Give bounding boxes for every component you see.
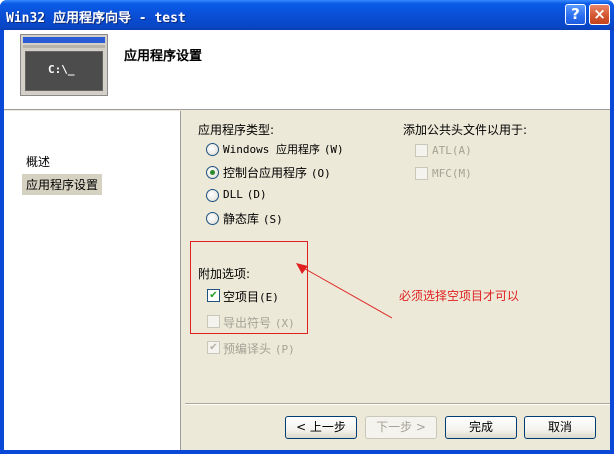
checkbox-precompiled-header-mnemonic: (P) — [274, 343, 295, 356]
back-button[interactable]: < 上一步 — [285, 416, 357, 439]
checkbox-atl-mnemonic: (A) — [451, 144, 472, 157]
thumbnail-titlebar — [23, 37, 105, 43]
common-headers-label: 添加公共头文件以用于: — [403, 123, 528, 137]
radio-windows-app-label[interactable]: Windows 应用程序 (W) — [223, 141, 344, 157]
checkbox-atl-label[interactable]: ATL(A) — [432, 143, 472, 157]
annotation-arrow-icon — [296, 263, 393, 319]
console-app-icon: C:\_ — [20, 34, 108, 96]
sidebar-item-overview[interactable]: 概述 — [22, 151, 54, 172]
annotation-highlight-box — [190, 241, 308, 334]
checkbox-mfc-text: MFC — [432, 167, 452, 180]
window-title: Win32 应用程序向导 - test — [6, 11, 186, 26]
sidebar-item-app-settings[interactable]: 应用程序设置 — [22, 174, 103, 195]
cancel-button[interactable]: 取消 — [524, 416, 596, 439]
checkbox-mfc-mnemonic: (M) — [451, 167, 472, 180]
checkbox-precompiled-header-label[interactable]: 预编译头 (P) — [223, 340, 295, 357]
checkbox-atl[interactable] — [415, 144, 428, 157]
page-title: 应用程序设置 — [124, 49, 203, 64]
dialog-client: C:\_ 应用程序设置 概述 应用程序设置 应用程序类型: Windows 应用… — [4, 30, 610, 450]
thumbnail-menubar — [23, 45, 105, 48]
wizard-window: Win32 应用程序向导 - test ? × C:\_ 应用程序设置 概述 应… — [0, 0, 614, 454]
finish-button[interactable]: 完成 — [445, 416, 517, 439]
radio-windows-app[interactable] — [206, 143, 219, 156]
radio-static-lib-text: 静态库 — [223, 212, 260, 226]
checkbox-precompiled-header-text: 预编译头 — [223, 342, 272, 356]
title-bar[interactable]: Win32 应用程序向导 - test ? × — [0, 0, 614, 30]
radio-static-lib[interactable] — [206, 212, 219, 225]
thumbnail-console: C:\_ — [25, 51, 103, 91]
checkbox-mfc[interactable] — [415, 167, 428, 180]
checkbox-atl-text: ATL — [432, 144, 452, 157]
wizard-header: C:\_ 应用程序设置 — [4, 30, 610, 110]
checkbox-precompiled-header[interactable]: ✔ — [207, 341, 220, 354]
next-button[interactable]: 下一步 > — [365, 416, 437, 439]
radio-console-app-text: 控制台应用程序 — [223, 166, 308, 180]
radio-windows-app-mnemonic: (W) — [323, 143, 344, 156]
footer-divider — [185, 403, 610, 405]
checkbox-mfc-label[interactable]: MFC(M) — [432, 166, 472, 180]
radio-dll[interactable] — [206, 189, 219, 202]
thumbnail-prompt: C:\_ — [48, 63, 75, 76]
radio-dll-mnemonic: (D) — [246, 188, 267, 201]
radio-console-app-mnemonic: (O) — [310, 167, 331, 180]
wizard-sidebar: 概述 应用程序设置 — [4, 111, 181, 450]
radio-console-app[interactable] — [206, 166, 219, 179]
close-button[interactable]: × — [589, 4, 610, 25]
radio-windows-app-text: Windows 应用程序 — [223, 143, 320, 156]
radio-dll-label[interactable]: DLL (D) — [223, 187, 267, 201]
app-type-label: 应用程序类型: — [198, 123, 275, 137]
radio-static-lib-label[interactable]: 静态库 (S) — [223, 210, 283, 227]
annotation-text: 必须选择空项目才可以 — [399, 289, 520, 303]
radio-static-lib-mnemonic: (S) — [262, 213, 283, 226]
radio-console-app-label[interactable]: 控制台应用程序 (O) — [223, 164, 331, 181]
help-button[interactable]: ? — [565, 4, 586, 25]
radio-dll-text: DLL — [223, 188, 243, 201]
